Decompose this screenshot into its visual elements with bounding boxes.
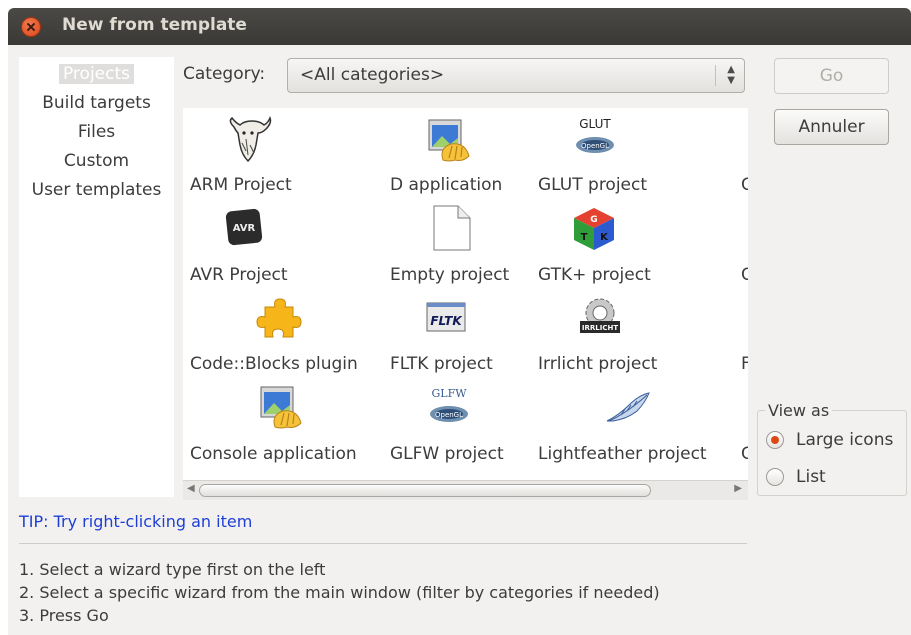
category-label: Category: <box>183 64 266 84</box>
template-label: GLUT project <box>538 175 648 195</box>
template-label: ARM Project <box>190 175 292 195</box>
template-label: D application <box>390 175 503 195</box>
divider <box>19 543 747 544</box>
list-radio[interactable] <box>766 468 784 486</box>
template-label: Code::Blocks plugin <box>190 354 358 374</box>
fltk-icon: FLTK <box>426 302 466 332</box>
cancel-button[interactable]: Annuler <box>774 109 889 145</box>
scroll-left-icon[interactable]: ◀ <box>187 483 195 494</box>
feather-icon <box>606 392 650 422</box>
svg-text:IRRLICHT: IRRLICHT <box>582 324 618 332</box>
template-label: GTK+ project <box>538 265 651 285</box>
instruction-line: 1. Select a wizard type first on the lef… <box>19 560 326 579</box>
template-label: GLFW project <box>390 444 504 464</box>
list-label[interactable]: List <box>796 467 826 487</box>
sidebar-item-projects[interactable]: Projects <box>19 61 174 87</box>
partial-column-label: F <box>741 354 748 374</box>
view-as-group: View as Large icons List <box>757 401 907 496</box>
irrlicht-icon: IRRLICHT <box>580 298 620 333</box>
glut-opengl-icon: GLUT OpenGL <box>576 117 614 153</box>
template-label: Irrlicht project <box>538 354 658 374</box>
template-label: AVR Project <box>190 265 288 285</box>
svg-text:GLUT: GLUT <box>579 117 611 131</box>
close-icon[interactable] <box>21 17 41 37</box>
svg-text:GLFW: GLFW <box>431 387 467 400</box>
updown-chevron-icon: ▲ ▼ <box>727 64 735 86</box>
template-label: FLTK project <box>390 354 493 374</box>
horizontal-scrollbar[interactable]: ◀ ▶ <box>183 480 748 500</box>
template-label: Lightfeather project <box>538 444 707 464</box>
instruction-line: 3. Press Go <box>19 606 109 625</box>
sidebar-item-custom[interactable]: Custom <box>19 148 174 174</box>
sidebar-item-files[interactable]: Files <box>19 119 174 145</box>
title-bar: New from template <box>8 8 911 45</box>
combo-separator <box>715 65 716 86</box>
puzzle-icon <box>256 298 302 338</box>
svg-text:AVR: AVR <box>233 223 256 234</box>
sidebar-item-build-targets[interactable]: Build targets <box>19 90 174 116</box>
scroll-thumb[interactable] <box>199 484 651 497</box>
svg-text:FLTK: FLTK <box>430 314 463 328</box>
partial-column-label: C <box>741 265 748 285</box>
large-icons-label[interactable]: Large icons <box>796 430 893 450</box>
app-shell-icon <box>428 119 470 162</box>
sidebar-item-label: Projects <box>58 64 135 84</box>
app-shell-icon <box>260 386 302 429</box>
tip-text: TIP: Try right-clicking an item <box>19 512 253 531</box>
sidebar-item-user-templates[interactable]: User templates <box>19 177 174 203</box>
partial-column-label: C <box>741 175 748 195</box>
scroll-right-icon[interactable]: ▶ <box>734 483 742 494</box>
wizard-type-list[interactable]: Projects Build targets Files Custom User… <box>19 57 174 497</box>
window-title: New from template <box>62 15 247 35</box>
category-select[interactable]: <All categories> ▲ ▼ <box>287 58 745 93</box>
svg-text:G: G <box>590 215 597 225</box>
instruction-line: 2. Select a specific wizard from the mai… <box>19 583 660 602</box>
glfw-opengl-icon: GLFW OpenGL <box>430 387 468 422</box>
blank-file-icon <box>433 205 471 251</box>
svg-text:OpenGL: OpenGL <box>581 142 609 150</box>
avr-chip-icon: AVR <box>225 208 263 246</box>
partial-column-label: C <box>741 444 748 464</box>
view-as-legend: View as <box>765 401 833 420</box>
template-label: Empty project <box>390 265 510 285</box>
svg-text:T: T <box>581 232 588 243</box>
category-value: <All categories> <box>300 65 445 85</box>
template-grid: ARM Project D application GLUT OpenGL GL… <box>183 108 748 500</box>
template-label: Console application <box>190 444 357 464</box>
go-button[interactable]: Go <box>774 58 889 94</box>
svg-text:K: K <box>600 232 609 243</box>
gnu-icon <box>229 115 272 163</box>
svg-text:OpenGL: OpenGL <box>435 411 463 419</box>
gtk-cube-icon: G T K <box>574 208 614 250</box>
large-icons-radio[interactable] <box>766 431 784 449</box>
